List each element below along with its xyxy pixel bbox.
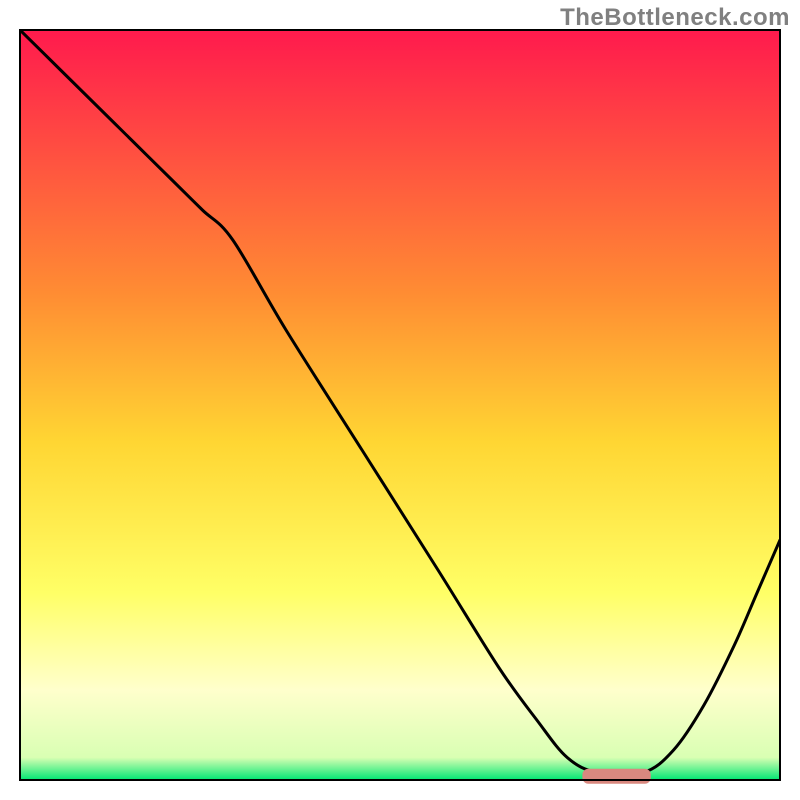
bottleneck-chart bbox=[0, 0, 800, 800]
chart-container: TheBottleneck.com bbox=[0, 0, 800, 800]
watermark-text: TheBottleneck.com bbox=[560, 4, 790, 32]
optimal-range-marker bbox=[582, 769, 650, 784]
